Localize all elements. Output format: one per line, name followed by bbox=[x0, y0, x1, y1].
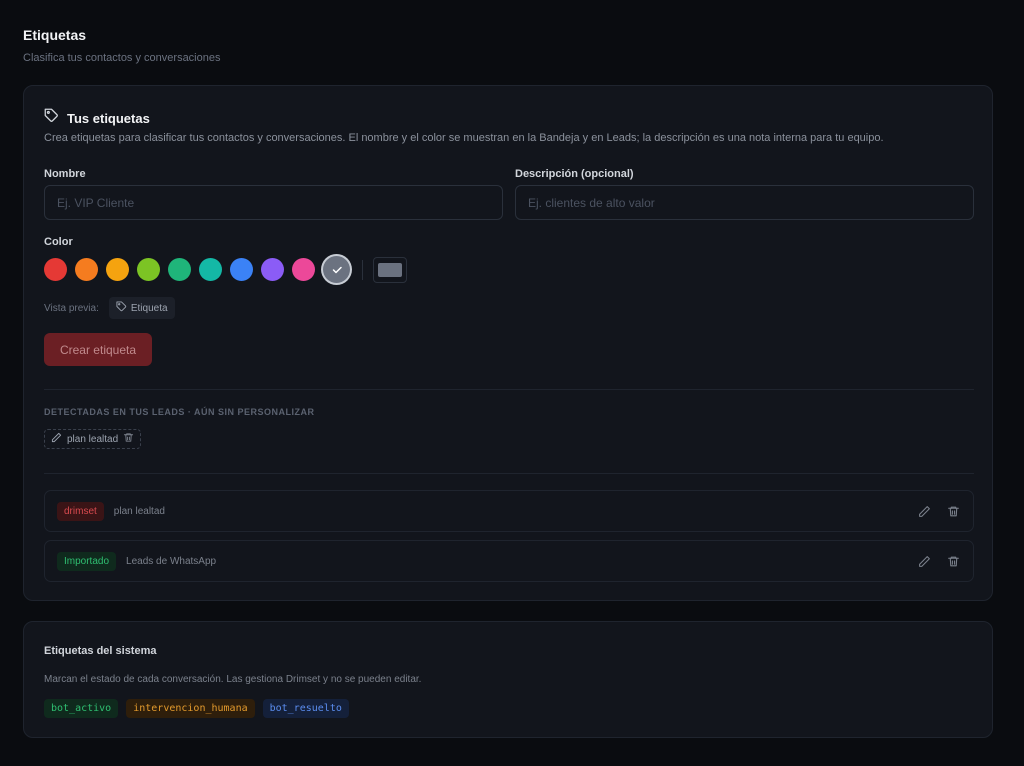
color-swatch[interactable] bbox=[75, 258, 98, 281]
page-subtitle: Clasifica tus contactos y conversaciones bbox=[23, 52, 221, 64]
tag-badge: drimset bbox=[57, 501, 104, 521]
detected-tag-chip[interactable]: plan lealtad bbox=[44, 429, 142, 449]
preview-row: Vista previa: Etiqueta bbox=[44, 297, 175, 319]
page-header: Etiquetas Clasifica tus contactos y conv… bbox=[23, 27, 220, 64]
preview-chip-label: Etiqueta bbox=[130, 302, 168, 314]
preview-chip: Etiqueta bbox=[108, 297, 175, 319]
tag-row: drimset plan lealtad bbox=[44, 490, 974, 532]
preview-label: Vista previa: bbox=[44, 302, 99, 314]
card-title: Tus etiquetas bbox=[67, 110, 150, 126]
tag-row: Importado Leads de WhatsApp bbox=[44, 540, 974, 582]
detected-section-label: DETECTADAS EN TUS LEADS · AÚN SIN PERSON… bbox=[44, 407, 315, 417]
tag-badge: Importado bbox=[57, 551, 117, 571]
color-swatch[interactable] bbox=[168, 258, 191, 281]
name-label: Nombre bbox=[44, 168, 86, 180]
pencil-icon bbox=[51, 432, 62, 446]
color-swatch[interactable] bbox=[44, 258, 67, 281]
trash-icon[interactable] bbox=[946, 554, 961, 569]
color-swatch[interactable] bbox=[323, 256, 350, 283]
edit-icon[interactable] bbox=[917, 504, 932, 519]
tag-description: Leads de WhatsApp bbox=[126, 555, 217, 567]
tags-card: Tus etiquetas Crea etiquetas para clasif… bbox=[23, 85, 993, 601]
divider bbox=[44, 473, 974, 474]
card-description: Crea etiquetas para clasificar tus conta… bbox=[44, 132, 884, 144]
color-swatch[interactable] bbox=[137, 258, 160, 281]
system-tags-card: Etiquetas del sistema Marcan el estado d… bbox=[23, 621, 993, 738]
color-label: Color bbox=[44, 236, 73, 248]
color-swatch[interactable] bbox=[106, 258, 129, 281]
system-tag: intervencion_humana bbox=[126, 699, 255, 718]
name-input[interactable] bbox=[44, 185, 503, 220]
description-input[interactable] bbox=[515, 185, 974, 220]
swatch-divider bbox=[362, 259, 363, 280]
tag-icon bbox=[44, 108, 59, 128]
color-swatches bbox=[44, 256, 407, 283]
edit-icon[interactable] bbox=[917, 554, 932, 569]
system-tags: bot_activo intervencion_humana bot_resue… bbox=[44, 699, 349, 718]
system-card-title: Etiquetas del sistema bbox=[44, 645, 157, 657]
tag-description: plan lealtad bbox=[113, 505, 165, 517]
description-label: Descripción (opcional) bbox=[515, 168, 634, 180]
color-swatch[interactable] bbox=[261, 258, 284, 281]
system-card-description: Marcan el estado de cada conversación. L… bbox=[44, 674, 422, 685]
check-icon bbox=[332, 266, 342, 273]
divider bbox=[44, 389, 974, 390]
create-tag-button[interactable]: Crear etiqueta bbox=[44, 333, 152, 366]
color-swatch[interactable] bbox=[292, 258, 315, 281]
trash-icon[interactable] bbox=[123, 432, 134, 446]
row-actions bbox=[917, 554, 961, 569]
custom-color-fill bbox=[378, 262, 402, 277]
page-title: Etiquetas bbox=[23, 27, 87, 43]
card-title-row: Tus etiquetas bbox=[44, 108, 150, 128]
custom-color-picker[interactable] bbox=[373, 256, 407, 283]
system-tag: bot_activo bbox=[44, 699, 119, 718]
system-tag: bot_resuelto bbox=[262, 699, 349, 718]
tag-icon bbox=[116, 301, 127, 315]
detected-tag-label: plan lealtad bbox=[67, 433, 119, 445]
color-swatch[interactable] bbox=[199, 258, 222, 281]
trash-icon[interactable] bbox=[946, 504, 961, 519]
color-swatch[interactable] bbox=[230, 258, 253, 281]
row-actions bbox=[917, 504, 961, 519]
